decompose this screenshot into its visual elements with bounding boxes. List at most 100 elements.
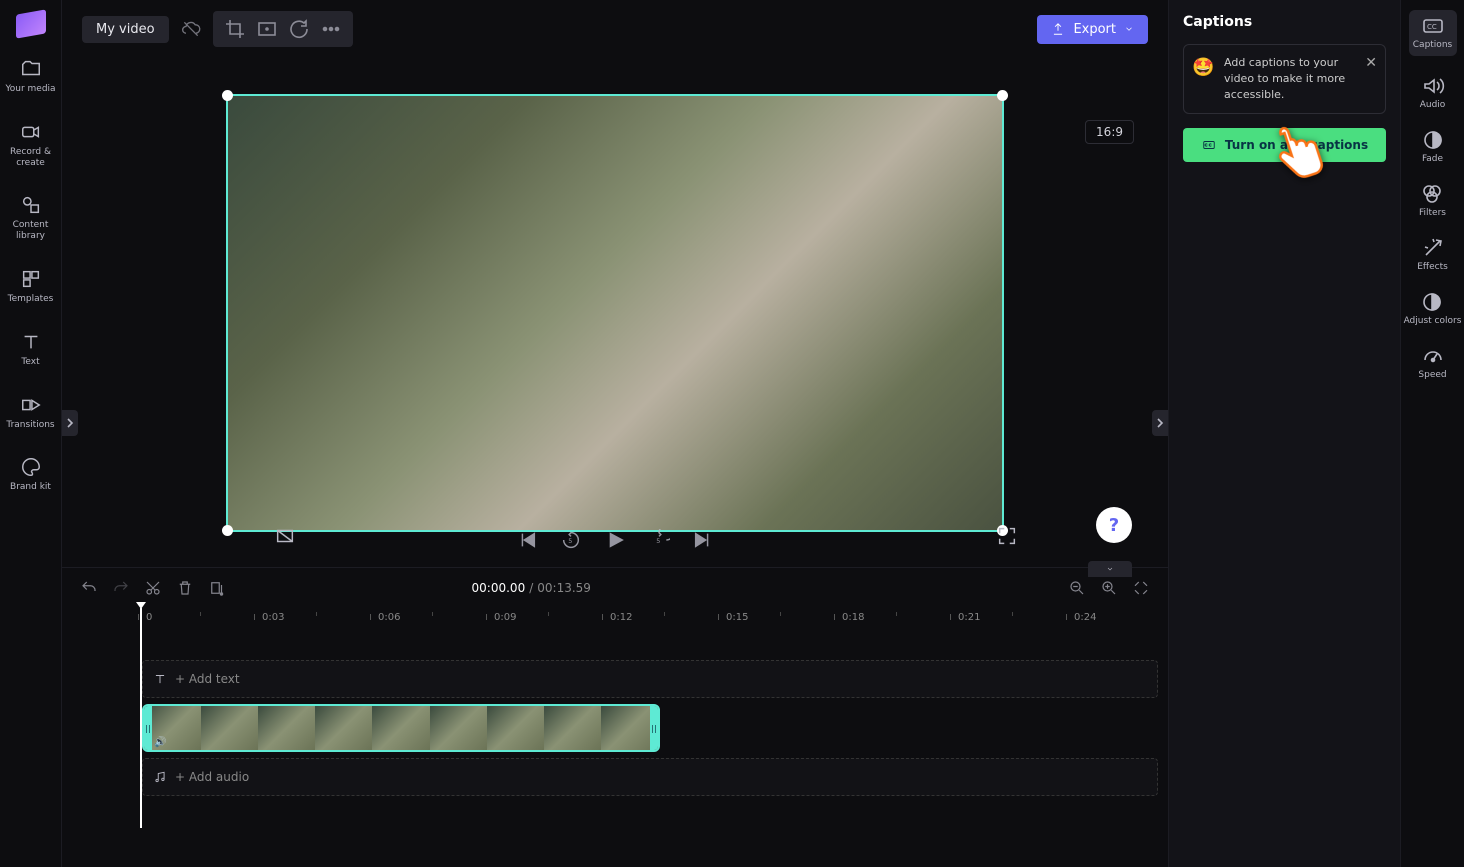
label: Text (21, 357, 39, 368)
cc-icon: CC (1421, 16, 1445, 36)
music-icon (153, 770, 167, 784)
sparkle-icon (1421, 238, 1445, 258)
timeline-ruler[interactable]: 0 0:03 0:06 0:09 0:12 0:15 0:18 0:21 0:2… (62, 608, 1168, 630)
clip-audio-icons: 🔊 (154, 737, 166, 748)
emoji-icon: 🤩 (1192, 55, 1214, 81)
export-button[interactable]: Export (1037, 15, 1148, 44)
timeline: 00:00.00 / 00:13.59 0 0:03 0:06 0:09 0:1… (62, 567, 1168, 867)
timeline-zoom (1068, 579, 1150, 597)
contrast-icon (1420, 292, 1444, 312)
sidebar-item-content-library[interactable]: Content library (0, 190, 61, 246)
right-panel-toggle[interactable] (1152, 410, 1168, 436)
cc-icon (1201, 138, 1217, 152)
video-clip[interactable]: || 🔊 || (142, 704, 660, 752)
undo-button[interactable] (80, 579, 98, 597)
sidebar-item-brand-kit[interactable]: Brand kit (0, 452, 61, 497)
cut-button[interactable] (144, 579, 162, 597)
text-track[interactable]: + Add text (142, 660, 1158, 698)
tip-box: 🤩 Add captions to your video to make it … (1183, 44, 1386, 114)
left-sidebar: Your media Record & create Content libra… (0, 0, 62, 867)
label: Transitions (6, 420, 54, 431)
auto-btn-label: Turn on autocaptions (1225, 138, 1368, 152)
shapes-icon (20, 194, 42, 216)
rewind-button[interactable]: 5 (560, 529, 582, 551)
folder-icon (20, 58, 42, 80)
tip-text: Add captions to your video to make it mo… (1224, 56, 1345, 101)
skip-forward-button[interactable] (692, 529, 714, 551)
ruler-tick: 0:21 (958, 612, 980, 623)
export-label: Export (1073, 22, 1116, 37)
label: Content library (4, 220, 57, 242)
text-icon (20, 331, 42, 353)
zoom-fit-button[interactable] (1132, 579, 1150, 597)
add-text-label: + Add text (175, 672, 240, 686)
timeline-tracks: + Add text || 🔊 || + Add audio (62, 630, 1168, 802)
delete-button[interactable] (176, 579, 194, 597)
tab-fade[interactable]: Fade (1421, 130, 1445, 164)
crop-button[interactable] (223, 17, 247, 41)
forward-button[interactable]: 5 (648, 529, 670, 551)
aspect-ratio-button[interactable]: 16:9 (1085, 120, 1134, 144)
clip-trim-left[interactable]: || (144, 706, 152, 750)
timeline-time: 00:00.00 / 00:13.59 (472, 581, 591, 595)
rotate-button[interactable] (287, 17, 311, 41)
zoom-in-button[interactable] (1100, 579, 1118, 597)
collapse-preview-tab[interactable] (1088, 561, 1132, 577)
label: Adjust colors (1404, 316, 1462, 326)
label: Your media (5, 84, 55, 95)
video-title[interactable]: My video (82, 16, 169, 43)
close-tip-button[interactable]: ✕ (1365, 53, 1377, 73)
fullscreen-button[interactable] (996, 525, 1018, 551)
play-button[interactable] (604, 529, 626, 551)
zoom-out-button[interactable] (1068, 579, 1086, 597)
label: Audio (1420, 100, 1446, 110)
resize-handle-tr[interactable] (997, 90, 1008, 101)
current-time: 00:00.00 (472, 581, 526, 595)
panel-title: Captions (1183, 14, 1386, 30)
sidebar-item-record-create[interactable]: Record & create (0, 117, 61, 173)
topbar: My video Export (62, 0, 1168, 58)
tab-speed[interactable]: Speed (1418, 346, 1446, 380)
label: Captions (1413, 40, 1452, 50)
tab-audio[interactable]: Audio (1420, 76, 1446, 110)
tab-adjust-colors[interactable]: Adjust colors (1404, 292, 1462, 326)
filters-icon (1420, 184, 1444, 204)
templates-icon (20, 268, 42, 290)
ruler-tick: 0:03 (262, 612, 284, 623)
label: Brand kit (10, 482, 51, 493)
svg-text:5: 5 (656, 537, 660, 545)
ruler-tick: 0 (146, 612, 152, 623)
ruler-tick: 0:09 (494, 612, 516, 623)
help-button[interactable]: ? (1096, 507, 1132, 543)
main-area: My video Export 16:9 5 5 (62, 0, 1168, 867)
gauge-icon (1421, 346, 1445, 366)
more-button[interactable] (319, 17, 343, 41)
tab-effects[interactable]: Effects (1417, 238, 1448, 272)
captions-panel: Captions 🤩 Add captions to your video to… (1168, 0, 1400, 867)
skip-back-button[interactable] (516, 529, 538, 551)
resize-handle-tl[interactable] (222, 90, 233, 101)
tab-filters[interactable]: Filters (1419, 184, 1446, 218)
tab-captions[interactable]: CC Captions (1409, 10, 1457, 56)
add-audio-label: + Add audio (175, 770, 249, 784)
transitions-icon (20, 394, 42, 416)
label: Templates (8, 294, 54, 305)
split-button[interactable] (208, 579, 226, 597)
audio-track[interactable]: + Add audio (142, 758, 1158, 796)
redo-button[interactable] (112, 579, 130, 597)
app-logo[interactable] (16, 9, 46, 38)
text-icon (153, 672, 167, 686)
autocaptions-button[interactable]: Turn on autocaptions (1183, 128, 1386, 162)
sidebar-item-your-media[interactable]: Your media (0, 54, 61, 99)
fade-icon (1421, 130, 1445, 150)
fit-button[interactable] (255, 17, 279, 41)
ruler-tick: 0:24 (1074, 612, 1096, 623)
clip-trim-right[interactable]: || (650, 706, 658, 750)
sidebar-item-templates[interactable]: Templates (0, 264, 61, 309)
label: Speed (1418, 370, 1446, 380)
sidebar-item-text[interactable]: Text (0, 327, 61, 372)
sidebar-item-transitions[interactable]: Transitions (0, 390, 61, 435)
preview-frame[interactable] (226, 94, 1004, 532)
duration: 00:13.59 (537, 581, 591, 595)
cloud-off-icon[interactable] (181, 19, 201, 39)
